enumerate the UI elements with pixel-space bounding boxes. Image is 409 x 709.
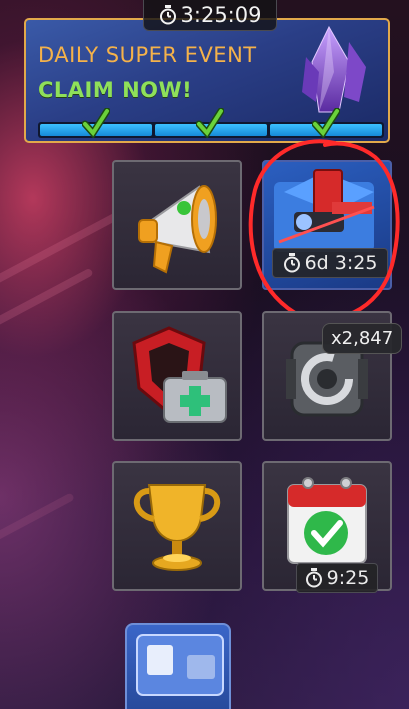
- daily-super-event-banner[interactable]: DAILY SUPER EVENT CLAIM NOW!: [24, 18, 390, 143]
- check-icon: [196, 108, 224, 138]
- resource-count: x2,847: [322, 323, 403, 354]
- resource-tile[interactable]: x2,847: [262, 311, 403, 441]
- shield-medkit-icon: [132, 326, 227, 423]
- claim-now-button[interactable]: CLAIM NOW!: [38, 78, 192, 102]
- event-title: DAILY SUPER EVENT: [38, 43, 257, 67]
- stopwatch-icon: [305, 568, 322, 588]
- crystal-icon: [302, 25, 366, 113]
- partial-bottom-tile[interactable]: [125, 623, 231, 709]
- stopwatch-icon: [159, 5, 176, 25]
- trophy-tile[interactable]: [112, 461, 242, 591]
- calendar-tile[interactable]: 9:25: [262, 461, 392, 593]
- announcements-tile[interactable]: [112, 160, 242, 290]
- event-timer-text: 3:25:09: [180, 3, 262, 27]
- event-timer: 3:25:09: [143, 0, 277, 31]
- calendar-timer: 9:25: [296, 563, 378, 593]
- check-icon: [312, 108, 340, 138]
- card-icon: [136, 634, 224, 696]
- annotation-circle: [248, 139, 400, 321]
- megaphone-icon: [138, 185, 217, 274]
- calendar-timer-text: 9:25: [326, 567, 370, 589]
- alliance-help-tile[interactable]: [112, 311, 242, 441]
- trophy-icon: [133, 484, 221, 571]
- check-icon: [82, 108, 110, 138]
